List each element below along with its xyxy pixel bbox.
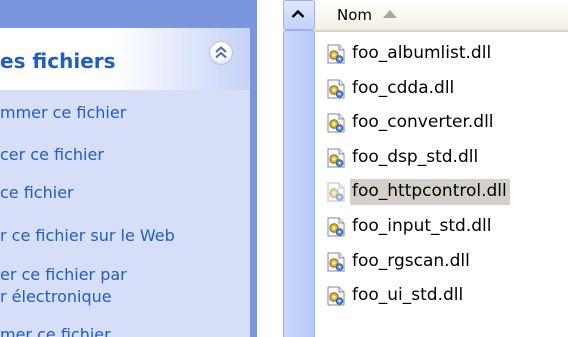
- task-link-email-line2[interactable]: r électronique: [0, 287, 112, 307]
- file-row[interactable]: foo_ui_std.dll: [325, 281, 466, 311]
- task-link-email-line1[interactable]: er ce fichier par: [0, 265, 127, 285]
- file-row[interactable]: foo_cdda.dll: [325, 74, 457, 104]
- dll-file-icon: [327, 148, 345, 168]
- file-row[interactable]: foo_albumlist.dll: [325, 39, 494, 69]
- column-header-name[interactable]: Nom: [315, 0, 568, 32]
- task-link-print[interactable]: mer ce fichier: [0, 325, 111, 337]
- file-row[interactable]: foo_httpcontrol.dll: [325, 177, 510, 207]
- file-name: foo_httpcontrol.dll: [350, 179, 510, 205]
- dll-file-icon: [327, 286, 345, 306]
- double-chevron-up-icon: [215, 46, 227, 59]
- file-tasks-header[interactable]: es fichiers: [0, 28, 250, 90]
- sort-ascending-icon: [383, 10, 397, 18]
- dll-file-icon: [327, 217, 345, 237]
- file-row[interactable]: foo_rgscan.dll: [325, 247, 473, 277]
- pane-splitter[interactable]: [257, 0, 283, 337]
- dll-file-icon: [327, 44, 345, 64]
- file-row[interactable]: foo_dsp_std.dll: [325, 143, 481, 173]
- task-link-publish-web[interactable]: r ce fichier sur le Web: [0, 226, 175, 246]
- file-row[interactable]: foo_converter.dll: [325, 108, 497, 138]
- file-name: foo_dsp_std.dll: [352, 147, 479, 167]
- dll-file-icon: [327, 113, 345, 133]
- dll-file-icon: [327, 79, 345, 99]
- file-tasks-body: mmer ce fichier cer ce fichier ce fichie…: [0, 90, 250, 337]
- task-link-rename[interactable]: mmer ce fichier: [0, 103, 126, 123]
- file-name: foo_rgscan.dll: [352, 251, 470, 271]
- file-name: foo_input_std.dll: [352, 216, 492, 236]
- collapse-button[interactable]: [209, 41, 233, 65]
- file-name: foo_cdda.dll: [352, 78, 455, 98]
- file-name: foo_converter.dll: [352, 112, 494, 132]
- chevron-up-icon: [291, 9, 305, 18]
- task-link-copy[interactable]: ce fichier: [0, 183, 74, 203]
- column-header-label: Nom: [337, 6, 373, 24]
- file-tasks-title: es fichiers: [0, 49, 116, 73]
- dll-file-icon: [327, 182, 345, 202]
- scroll-up-button[interactable]: [283, 0, 315, 30]
- file-name: foo_ui_std.dll: [352, 285, 464, 305]
- file-tasks-group: es fichiers mmer ce fichier cer ce fichi…: [0, 28, 250, 337]
- task-link-move[interactable]: cer ce fichier: [0, 145, 104, 165]
- file-name: foo_albumlist.dll: [352, 43, 492, 63]
- file-row[interactable]: foo_input_std.dll: [325, 212, 494, 242]
- scroll-thumb[interactable]: [283, 30, 315, 337]
- vertical-scrollbar[interactable]: [283, 0, 315, 337]
- dll-file-icon: [327, 252, 345, 272]
- explorer-window: es fichiers mmer ce fichier cer ce fichi…: [0, 0, 568, 337]
- file-list-area: Nom foo_albumlist.dll foo_cdda.dll foo_con…: [283, 0, 568, 337]
- task-pane: es fichiers mmer ce fichier cer ce fichi…: [0, 0, 257, 337]
